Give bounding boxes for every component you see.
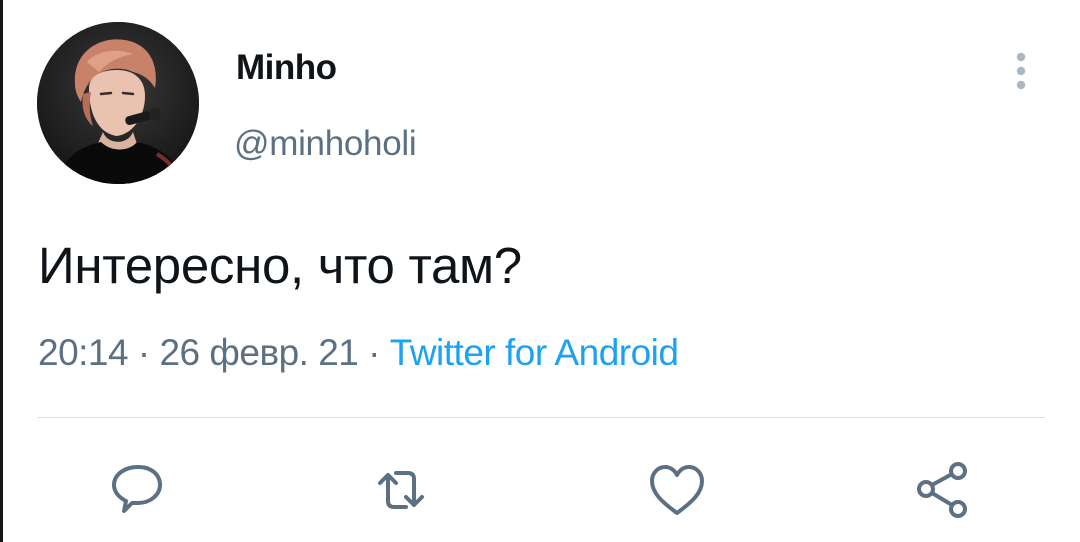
meta-separator: · [128, 332, 160, 373]
retweet-button[interactable] [366, 455, 436, 525]
divider [38, 417, 1045, 418]
avatar-photo [37, 22, 199, 184]
like-icon [650, 465, 704, 515]
meta-separator: · [358, 332, 390, 373]
tweet-detail: Minho @minhoholi Интересно, что там? 20:… [0, 0, 1080, 542]
tweet-source-link[interactable]: Twitter for Android [390, 332, 679, 373]
tweet-time[interactable]: 20:14 [38, 332, 129, 373]
retweet-icon [378, 471, 424, 509]
author-handle[interactable]: @minhoholi [234, 124, 417, 164]
like-button[interactable] [642, 455, 712, 525]
tweet-text: Интересно, что там? [38, 237, 522, 294]
tweet-meta: 20:14 · 26 февр. 21 · Twitter for Androi… [38, 332, 679, 374]
reply-icon [112, 465, 162, 513]
share-icon [917, 462, 967, 518]
share-button[interactable] [906, 455, 976, 525]
reply-button[interactable] [102, 455, 172, 525]
avatar[interactable] [37, 22, 199, 184]
more-options-button[interactable] [1004, 48, 1038, 94]
tweet-date[interactable]: 26 февр. 21 [159, 332, 358, 373]
more-vertical-icon [1016, 52, 1026, 90]
author-display-name[interactable]: Minho [236, 48, 337, 88]
